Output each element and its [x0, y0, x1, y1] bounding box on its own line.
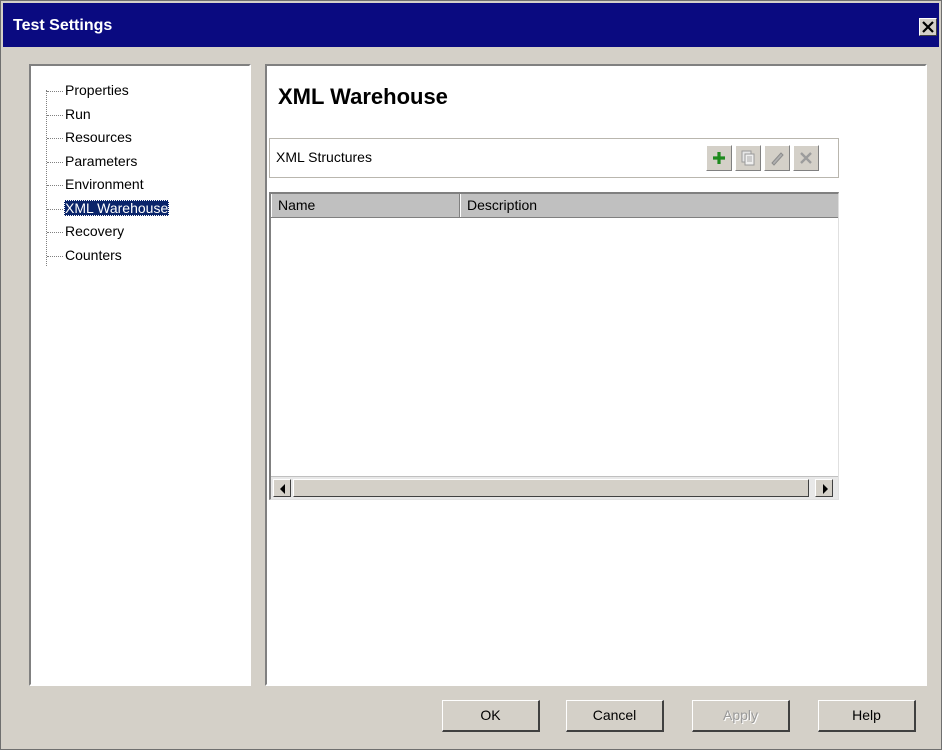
close-icon	[922, 21, 934, 33]
tree-item-label: Environment	[65, 176, 144, 192]
tree-item-label: Counters	[65, 246, 122, 263]
horizontal-scrollbar[interactable]	[271, 476, 838, 499]
apply-button[interactable]: Apply	[692, 700, 790, 732]
xml-structures-label: XML Structures	[276, 149, 372, 165]
add-structure-button[interactable]	[706, 145, 732, 171]
settings-content-panel: XML Warehouse XML Structures Name Descri…	[265, 64, 927, 686]
title-bar[interactable]: Test Settings	[3, 3, 939, 47]
help-button[interactable]: Help	[818, 700, 916, 732]
scroll-right-button[interactable]	[815, 479, 833, 497]
page-title: XML Warehouse	[278, 84, 448, 109]
scroll-left-button[interactable]	[273, 479, 291, 497]
tree-guide-line	[46, 90, 47, 266]
cancel-button[interactable]: Cancel	[566, 700, 664, 732]
edit-icon	[771, 152, 784, 166]
column-header-description[interactable]: Description	[460, 194, 839, 217]
column-header-name[interactable]: Name	[271, 194, 460, 217]
close-button[interactable]	[919, 18, 937, 36]
delete-structure-button[interactable]	[793, 145, 819, 171]
arrow-left-icon	[280, 484, 285, 494]
delete-icon	[800, 152, 812, 164]
tree-item-label: Recovery	[65, 223, 125, 239]
tree-item-label: Resources	[65, 129, 132, 145]
xml-structures-toolbar: XML Structures	[269, 138, 839, 178]
xml-structures-grid[interactable]: Name Description	[269, 192, 839, 500]
scroll-thumb[interactable]	[293, 479, 809, 497]
copy-icon	[741, 150, 755, 166]
settings-tree-panel: Properties Run Resources Parameters Envi…	[29, 64, 251, 686]
tree-item-label: Properties	[65, 82, 129, 98]
test-settings-dialog: Test Settings Properties Run Resources P…	[0, 0, 942, 750]
grid-header: Name Description	[271, 194, 838, 218]
edit-structure-button[interactable]	[764, 145, 790, 171]
tree-item-label: XML Warehouse	[64, 199, 170, 216]
tree-item-label: Parameters	[65, 152, 138, 169]
arrow-right-icon	[823, 484, 828, 494]
window-title: Test Settings	[13, 17, 113, 34]
copy-structure-button[interactable]	[735, 145, 761, 171]
tree-item-label: Run	[65, 105, 91, 122]
add-icon	[713, 152, 725, 164]
ok-button[interactable]: OK	[442, 700, 540, 732]
